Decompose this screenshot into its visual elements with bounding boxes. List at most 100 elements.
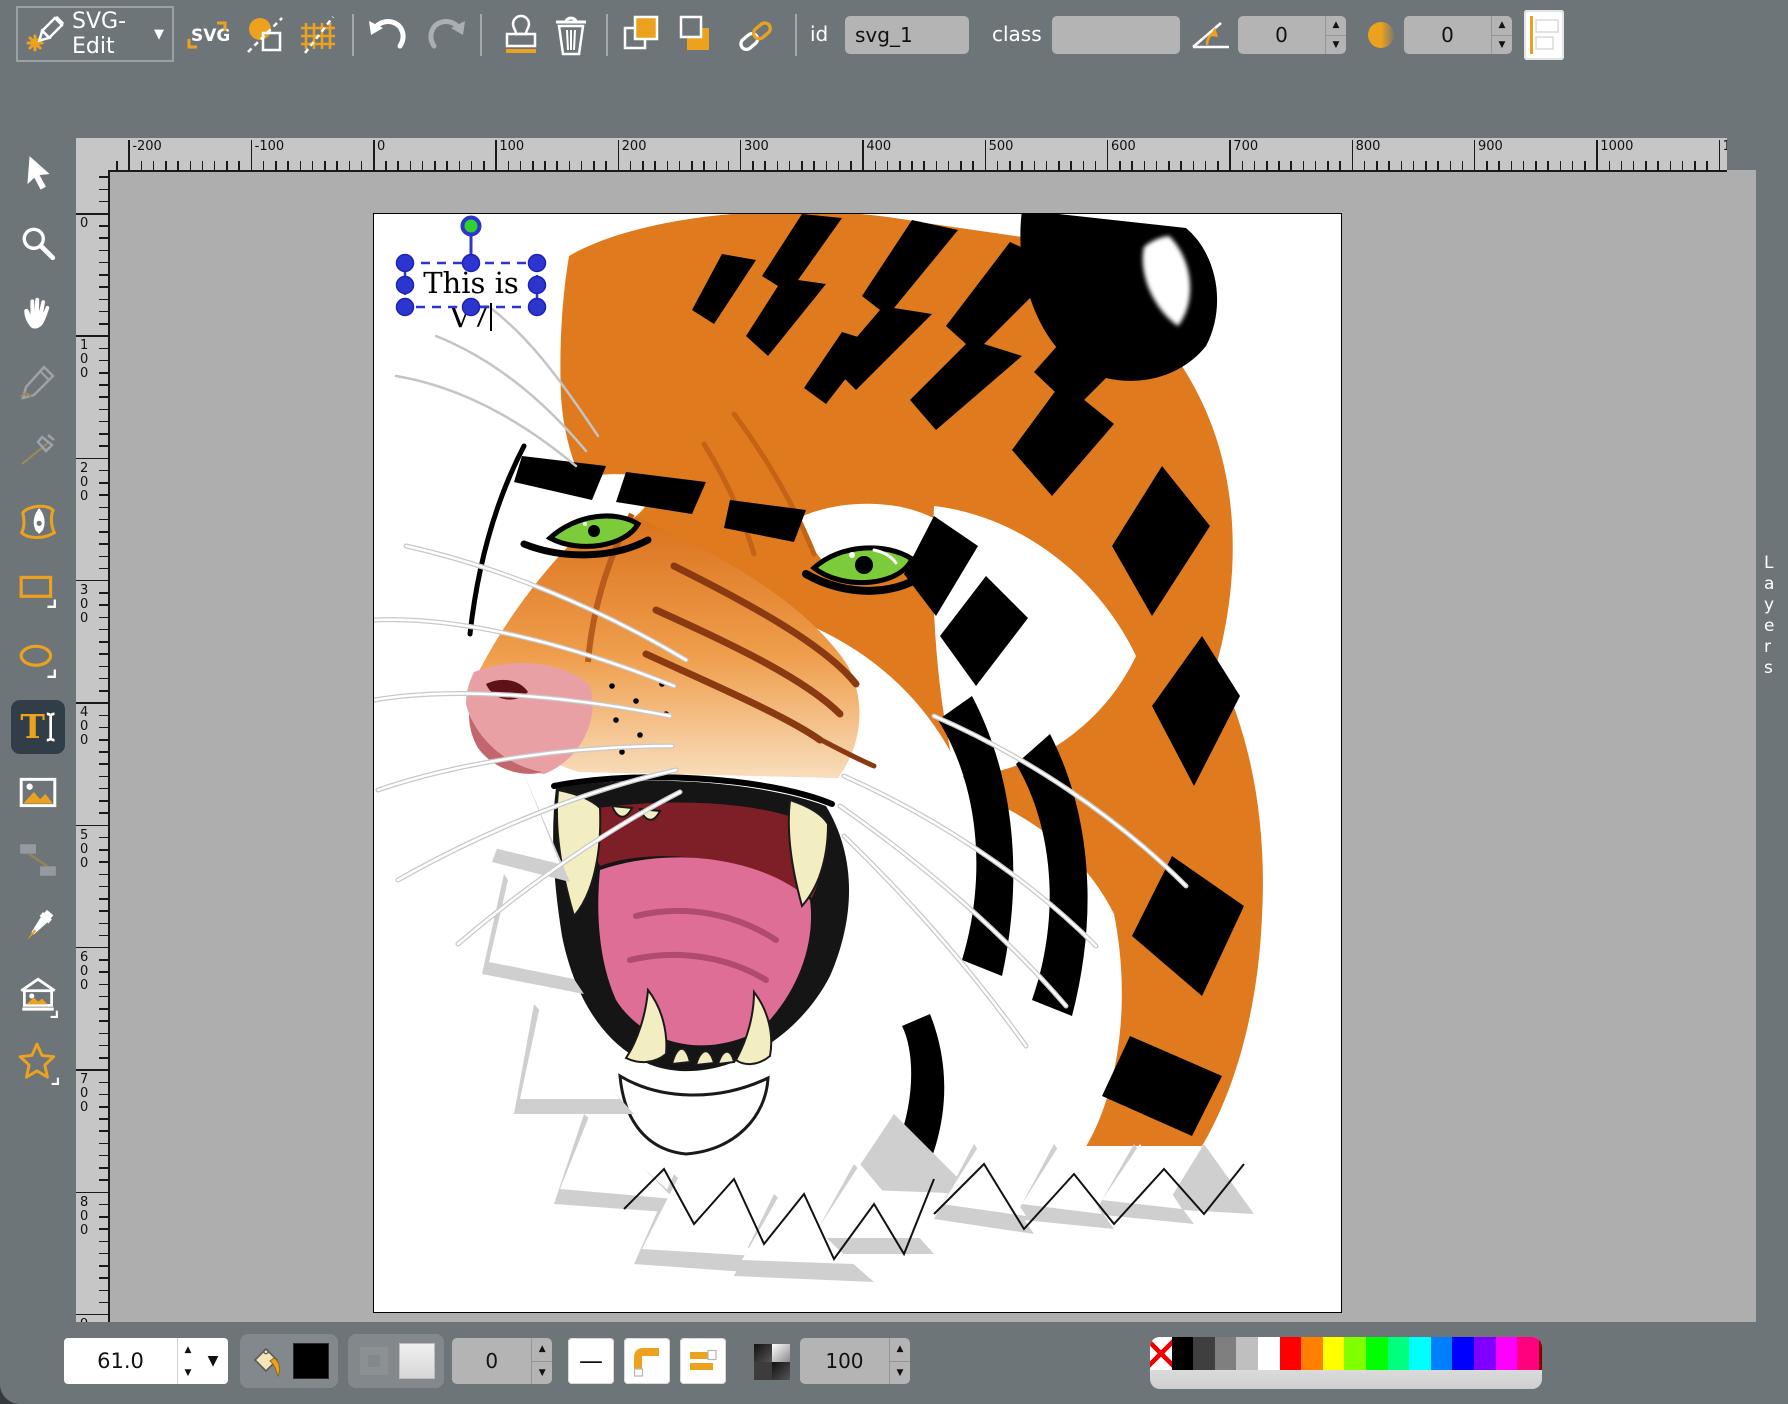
- zoom-dropdown-caret-icon[interactable]: ▼: [198, 1353, 228, 1369]
- tool-path[interactable]: [11, 494, 65, 548]
- stroke-linejoin-button[interactable]: [624, 1338, 670, 1384]
- rotation-spinner[interactable]: ▲▼: [1325, 16, 1346, 54]
- rotation-input[interactable]: [1238, 16, 1325, 54]
- palette-swatch-#bfbfbf[interactable]: [1236, 1337, 1258, 1370]
- grid-button[interactable]: [296, 12, 342, 58]
- rotation-angle-icon: [1188, 12, 1234, 58]
- bottom-toolbar: 61.0 ▲▼ ▼ ▲▼ —: [0, 1322, 1788, 1404]
- redo-button[interactable]: [422, 12, 468, 58]
- svg-canvas[interactable]: This is V7: [373, 213, 1342, 1313]
- undo-button[interactable]: [366, 12, 412, 58]
- palette-swatch-#7f0000[interactable]: [1539, 1337, 1542, 1370]
- align-panel-button[interactable]: [1524, 10, 1564, 60]
- palette-swatch-#ff0000[interactable]: [1280, 1337, 1302, 1370]
- tool-select[interactable]: [11, 146, 65, 200]
- tool-star[interactable]: [11, 1036, 65, 1090]
- tool-rectangle[interactable]: [11, 563, 65, 617]
- stroke-width-input[interactable]: [452, 1338, 531, 1384]
- stroke-width-spinner[interactable]: ▲▼: [531, 1338, 552, 1384]
- palette-swatch-#ffff00[interactable]: [1323, 1337, 1345, 1370]
- id-input[interactable]: [845, 16, 969, 54]
- stroke-ring-icon: [357, 1344, 391, 1378]
- stroke-color-swatch[interactable]: [399, 1343, 435, 1379]
- selection-overlay: [374, 214, 1341, 1312]
- color-palette: [1150, 1337, 1542, 1389]
- opacity-spinner[interactable]: ▲▼: [889, 1338, 910, 1384]
- id-label: id: [810, 22, 828, 46]
- layers-panel-label: L a y e r s: [1764, 553, 1774, 679]
- palette-swatch-none[interactable]: [1150, 1337, 1172, 1370]
- class-field[interactable]: [1052, 16, 1180, 54]
- fill-paint-can-icon: [249, 1343, 285, 1379]
- delete-button[interactable]: [548, 12, 594, 58]
- palette-swatch-#00ff00[interactable]: [1366, 1337, 1388, 1370]
- tool-image[interactable]: [11, 766, 65, 820]
- rotation-grip[interactable]: [463, 218, 480, 235]
- tool-line[interactable]: [11, 424, 65, 478]
- tool-eyedropper[interactable]: [11, 900, 65, 954]
- palette-swatch-#ff00ff[interactable]: [1496, 1337, 1518, 1370]
- text-toolbar: x ▲▼ y ▲▼ B i abcd abcd abcd Font: Serif…: [0, 70, 1788, 138]
- palette-swatch-#0000ff[interactable]: [1452, 1337, 1474, 1370]
- opacity-icon: [752, 1342, 792, 1382]
- tools-sidebar: T: [0, 138, 76, 1322]
- palette-swatch-#7f00ff[interactable]: [1474, 1337, 1496, 1370]
- fill-color-swatch[interactable]: [293, 1343, 329, 1379]
- class-input[interactable]: [1052, 16, 1180, 54]
- blur-field[interactable]: ▲▼: [1404, 16, 1512, 54]
- source-editor-button[interactable]: SVG: [184, 12, 230, 58]
- ruler-left: 01 0 02 0 03 0 04 0 05 0 06 0 07 0 08 0 …: [76, 170, 110, 1322]
- toolbar-separator: [606, 14, 608, 56]
- stroke-width-field[interactable]: ▲▼: [452, 1338, 552, 1384]
- blur-spinner[interactable]: ▲▼: [1491, 16, 1512, 54]
- palette-swatch-#ffffff[interactable]: [1258, 1337, 1280, 1370]
- palette-swatch-#7f7f7f[interactable]: [1215, 1337, 1237, 1370]
- clone-button[interactable]: [498, 12, 544, 58]
- ruler-corner: [76, 138, 110, 170]
- dash-style-glyph: —: [579, 1347, 603, 1375]
- palette-swatch-#000000[interactable]: [1172, 1337, 1194, 1370]
- id-field[interactable]: [845, 16, 969, 54]
- move-to-back-button[interactable]: [674, 12, 720, 58]
- stroke-color-group: [348, 1334, 444, 1388]
- svg-text:SVG: SVG: [191, 26, 229, 46]
- stroke-linecap-button[interactable]: [680, 1338, 726, 1384]
- tool-connector[interactable]: [11, 833, 65, 887]
- palette-swatch-#7fff00[interactable]: [1344, 1337, 1366, 1370]
- palette-swatch-#00ff7f[interactable]: [1388, 1337, 1410, 1370]
- palette-swatch-#ff7f00[interactable]: [1301, 1337, 1323, 1370]
- chevron-down-icon: ▼: [154, 27, 164, 42]
- tool-pencil[interactable]: [11, 355, 65, 409]
- blur-icon: [1358, 12, 1404, 58]
- zoom-spinner[interactable]: ▲▼: [177, 1338, 198, 1384]
- tool-text[interactable]: T: [11, 700, 65, 754]
- main-menu-label: SVG-Edit: [72, 9, 146, 59]
- svg-edit-logo-icon: [26, 14, 66, 54]
- ruler-top: -200-10001002003004005006007008009001000…: [110, 138, 1727, 172]
- svg-text:T: T: [20, 707, 45, 746]
- tool-shape-library[interactable]: [11, 970, 65, 1024]
- opacity-field[interactable]: ▲▼: [800, 1338, 910, 1384]
- palette-swatch-#007fff[interactable]: [1431, 1337, 1453, 1370]
- palette-swatch-#3f3f3f[interactable]: [1193, 1337, 1215, 1370]
- make-link-button[interactable]: [734, 12, 780, 58]
- zoom-control[interactable]: 61.0 ▲▼ ▼: [64, 1338, 228, 1384]
- class-label: class: [992, 22, 1042, 46]
- tool-zoom[interactable]: [11, 216, 65, 270]
- fill-color-group: [240, 1334, 338, 1388]
- rotation-field[interactable]: ▲▼: [1238, 16, 1346, 54]
- tool-ellipse[interactable]: [11, 633, 65, 687]
- palette-swatch-#00ffff[interactable]: [1409, 1337, 1431, 1370]
- move-to-front-button[interactable]: [620, 12, 666, 58]
- main-menu-button[interactable]: SVG-Edit ▼: [16, 6, 174, 62]
- shape-image-button[interactable]: [242, 12, 288, 58]
- blur-input[interactable]: [1404, 16, 1491, 54]
- opacity-input[interactable]: [800, 1338, 889, 1384]
- palette-swatch-#ff007f[interactable]: [1517, 1337, 1539, 1370]
- stroke-dash-button[interactable]: —: [568, 1338, 614, 1384]
- tool-pan[interactable]: [11, 285, 65, 339]
- layers-panel-toggle[interactable]: L a y e r s: [1756, 138, 1788, 1322]
- zoom-value: 61.0: [64, 1349, 177, 1373]
- toolbar-separator: [480, 14, 482, 56]
- toolbar-separator: [795, 14, 797, 56]
